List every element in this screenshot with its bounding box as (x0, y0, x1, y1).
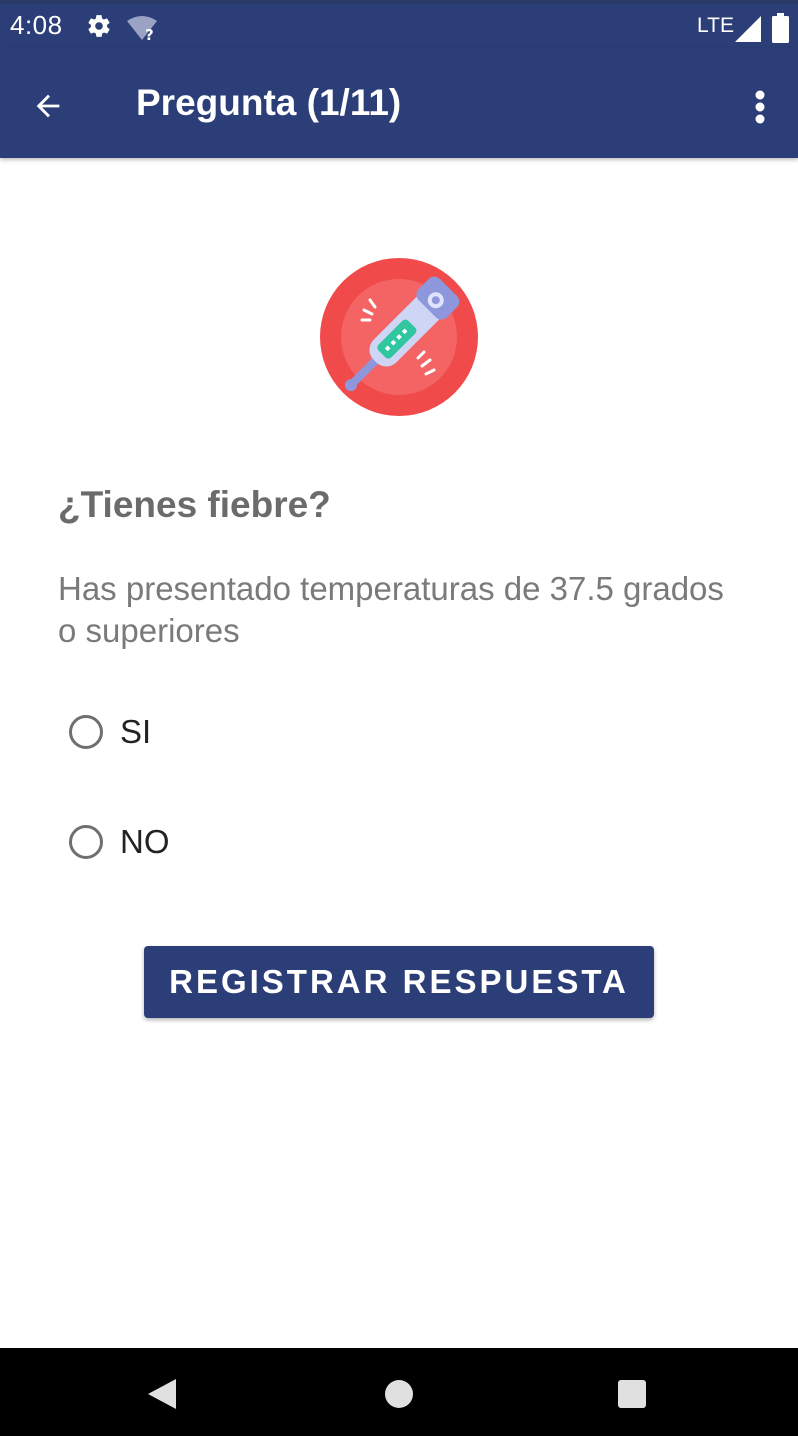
system-navigation-bar (0, 1348, 798, 1436)
network-type: LTE (697, 14, 734, 37)
submit-answer-button[interactable]: REGISTRAR RESPUESTA (144, 946, 654, 1018)
nav-recents-icon[interactable] (617, 1379, 647, 1409)
question-description: Has presentado temperaturas de 37.5 grad… (58, 570, 724, 649)
back-button[interactable] (20, 78, 76, 134)
page-title: Pregunta (1/11) (136, 82, 402, 123)
radio-button-si[interactable] (69, 715, 103, 749)
more-vert-icon (755, 90, 765, 124)
option-no[interactable]: NO (66, 812, 366, 872)
question-title: ¿Tienes fiebre? (58, 484, 331, 525)
battery-icon (772, 13, 789, 43)
fever-thermometer-icon (320, 258, 478, 416)
back-arrow-icon (36, 94, 60, 118)
overflow-menu-button[interactable] (740, 82, 780, 132)
status-bar: 4:08 ? LTE (0, 4, 798, 48)
nav-back-icon[interactable] (146, 1378, 178, 1410)
wifi-unknown-icon: ? (127, 16, 157, 42)
app-bar: Pregunta (1/11) (0, 48, 798, 158)
gear-icon (88, 15, 110, 37)
nav-home-icon[interactable] (383, 1378, 415, 1410)
signal-icon (735, 16, 761, 42)
option-label-si: SI (120, 713, 152, 750)
status-time: 4:08 (10, 10, 63, 40)
submit-answer-label: REGISTRAR RESPUESTA (169, 963, 629, 1000)
option-label-no: NO (120, 823, 170, 860)
svg-text:?: ? (145, 26, 154, 42)
radio-button-no[interactable] (69, 825, 103, 859)
option-si[interactable]: SI (66, 702, 366, 762)
